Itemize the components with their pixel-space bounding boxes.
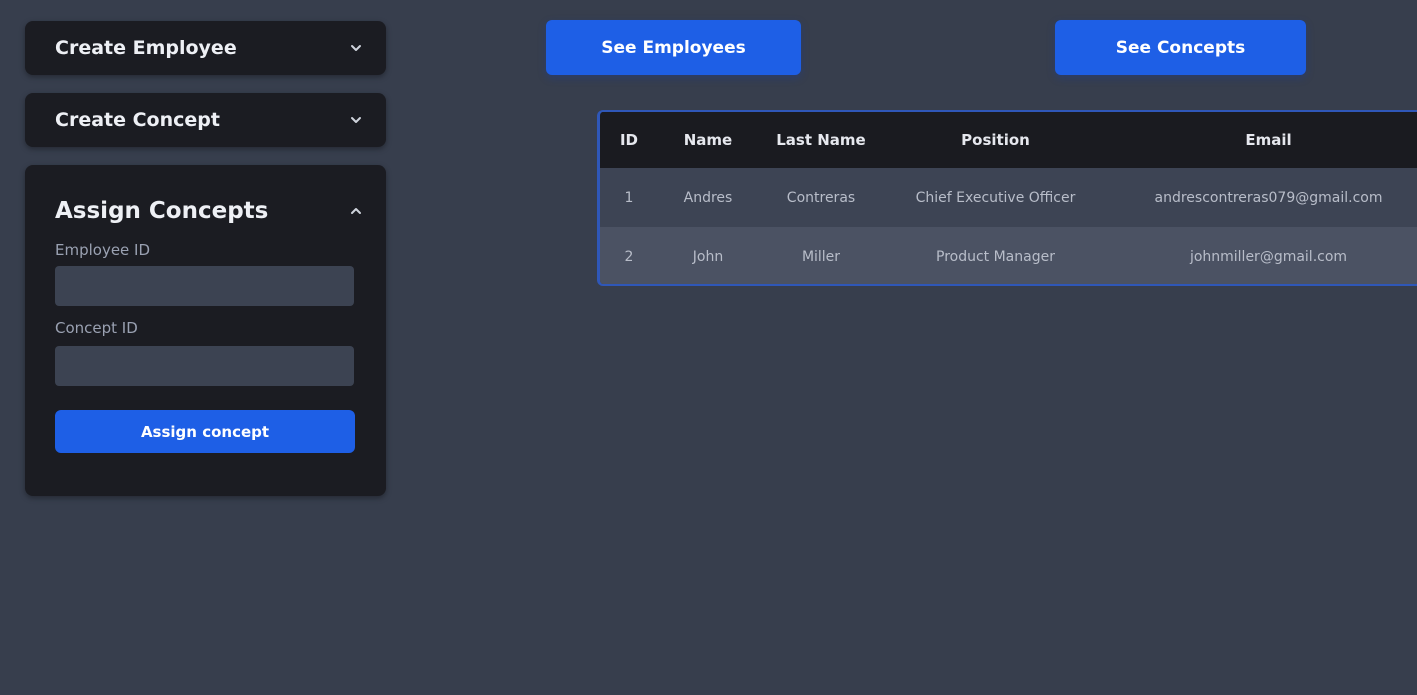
concept-id-label: Concept ID <box>55 319 138 337</box>
chevron-up-icon <box>348 203 364 219</box>
cell-name: Andres <box>683 189 733 206</box>
cell-last-name: Miller <box>801 248 841 265</box>
cell-email: andrescontreras079@gmail.com <box>1154 189 1383 206</box>
cell-position: Chief Executive Officer <box>915 189 1076 206</box>
create-employee-panel: Create Employee <box>25 21 386 75</box>
column-header-position: Position <box>961 131 1030 149</box>
employee-id-label: Employee ID <box>55 241 151 259</box>
column-header-id: ID <box>619 131 639 149</box>
cell-id: 1 <box>624 189 634 206</box>
employee-id-input[interactable] <box>55 266 354 306</box>
column-header-last-name: Last Name <box>776 131 866 149</box>
chevron-down-icon <box>348 112 364 128</box>
chevron-down-icon <box>348 40 364 56</box>
create-concept-toggle[interactable]: Create Concept <box>25 93 386 147</box>
assign-concepts-title: Assign Concepts <box>55 198 269 224</box>
assign-concepts-panel: Assign Concepts Employee ID Concept ID A… <box>25 165 386 496</box>
cell-email: johnmiller@gmail.com <box>1189 248 1348 265</box>
column-header-email: Email <box>1245 131 1292 149</box>
employees-table: ID Name Last Name Position Email 1 Andre… <box>600 112 1417 284</box>
cell-id: 2 <box>624 248 634 265</box>
cell-name: John <box>692 248 724 265</box>
cell-last-name: Contreras <box>786 189 856 206</box>
assign-concept-button[interactable]: Assign concept <box>55 410 355 453</box>
column-header-name: Name <box>683 131 733 149</box>
table-header-row: ID Name Last Name Position Email <box>600 112 1417 168</box>
concept-id-input[interactable] <box>55 346 354 386</box>
table-row: 1 Andres Contreras Chief Executive Offic… <box>600 168 1417 227</box>
employees-table-container: ID Name Last Name Position Email 1 Andre… <box>597 110 1417 286</box>
cell-position: Product Manager <box>936 248 1055 265</box>
create-concept-panel: Create Concept <box>25 93 386 147</box>
see-employees-button[interactable]: See Employees <box>546 20 801 75</box>
app-page: Create Employee Create Concept Assign Co… <box>0 0 1417 695</box>
create-concept-title: Create Concept <box>55 109 220 131</box>
see-concepts-button[interactable]: See Concepts <box>1055 20 1306 75</box>
create-employee-toggle[interactable]: Create Employee <box>25 21 386 75</box>
table-row: 2 John Miller Product Manager johnmiller… <box>600 227 1417 284</box>
create-employee-title: Create Employee <box>55 37 237 59</box>
